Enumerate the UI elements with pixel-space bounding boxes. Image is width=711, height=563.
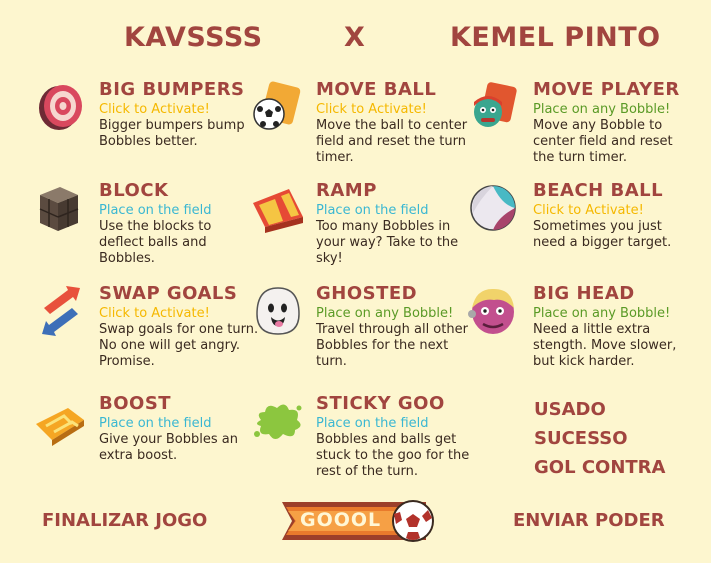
power-hint: Place on the field bbox=[316, 203, 429, 218]
power-name: STICKY GOO bbox=[316, 393, 445, 414]
block-icon bbox=[39, 187, 79, 231]
power-description: Need a little extra stength. Move slower… bbox=[533, 322, 677, 369]
power-description: Sometimes you just need a bigger target. bbox=[533, 219, 672, 250]
power-name: SWAP GOALS bbox=[99, 283, 238, 304]
power-hint: Place on the field bbox=[99, 203, 212, 218]
power-hint: Place on the field bbox=[316, 416, 429, 431]
swap-arrows-icon bbox=[42, 286, 80, 336]
power-description: Travel through all other Bobbles for the… bbox=[316, 322, 468, 369]
player1-name: KAVSSSS bbox=[124, 22, 263, 53]
move-ball-icon bbox=[253, 81, 301, 130]
bumper-icon bbox=[39, 85, 82, 130]
power-description: Bigger bumpers bump Bobbles better. bbox=[99, 118, 245, 149]
power-name: MOVE BALL bbox=[316, 79, 437, 100]
power-description: Move the ball to center field and reset … bbox=[316, 118, 468, 165]
goal-button[interactable]: GOOOL bbox=[276, 496, 436, 546]
ramp-icon bbox=[253, 189, 303, 233]
power-description: Swap goals for one turn. No one will get… bbox=[99, 322, 259, 369]
goo-splat-icon bbox=[254, 404, 302, 439]
power-name: BIG BUMPERS bbox=[99, 79, 245, 100]
send-power-button[interactable]: ENVIAR PODER bbox=[513, 510, 665, 531]
power-hint: Click to Activate! bbox=[99, 102, 210, 117]
move-player-icon bbox=[474, 82, 517, 127]
power-hint: Click to Activate! bbox=[533, 203, 644, 218]
power-description: Too many Bobbles in your way? Take to th… bbox=[316, 219, 459, 266]
power-name: RAMP bbox=[316, 180, 377, 201]
power-hint: Click to Activate! bbox=[99, 306, 210, 321]
power-name: BOOST bbox=[99, 393, 172, 414]
power-description: Bobbles and balls get stuck to the goo f… bbox=[316, 432, 470, 479]
power-name: MOVE PLAYER bbox=[533, 79, 680, 100]
status-used: USADO bbox=[534, 399, 606, 420]
boost-chevron-icon bbox=[36, 408, 84, 446]
power-description: Give your Bobbles an extra boost. bbox=[99, 432, 238, 463]
finish-game-button[interactable]: FINALIZAR JOGO bbox=[42, 510, 207, 531]
power-hint: Click to Activate! bbox=[316, 102, 427, 117]
power-hint: Place on any Bobble! bbox=[533, 306, 671, 321]
power-description: Move any Bobble to center field and rese… bbox=[533, 118, 673, 165]
versus-label: X bbox=[344, 22, 366, 53]
beach-ball-icon bbox=[470, 185, 516, 231]
goal-button-label: GOOOL bbox=[300, 509, 382, 531]
ghost-icon bbox=[256, 287, 300, 335]
big-head-icon bbox=[468, 288, 514, 334]
power-hint: Place on any Bobble! bbox=[533, 102, 671, 117]
status-success: SUCESSO bbox=[534, 428, 628, 449]
power-description: Use the blocks to deflect balls and Bobb… bbox=[99, 219, 212, 266]
player2-name: KEMEL PINTO bbox=[450, 22, 661, 53]
soccer-ball-icon bbox=[392, 500, 434, 542]
status-own-goal: GOL CONTRA bbox=[534, 457, 666, 478]
power-hint: Place on any Bobble! bbox=[316, 306, 454, 321]
power-name: BLOCK bbox=[99, 180, 169, 201]
power-name: BEACH BALL bbox=[533, 180, 664, 201]
power-name: BIG HEAD bbox=[533, 283, 635, 304]
power-hint: Place on the field bbox=[99, 416, 212, 431]
power-name: GHOSTED bbox=[316, 283, 418, 304]
